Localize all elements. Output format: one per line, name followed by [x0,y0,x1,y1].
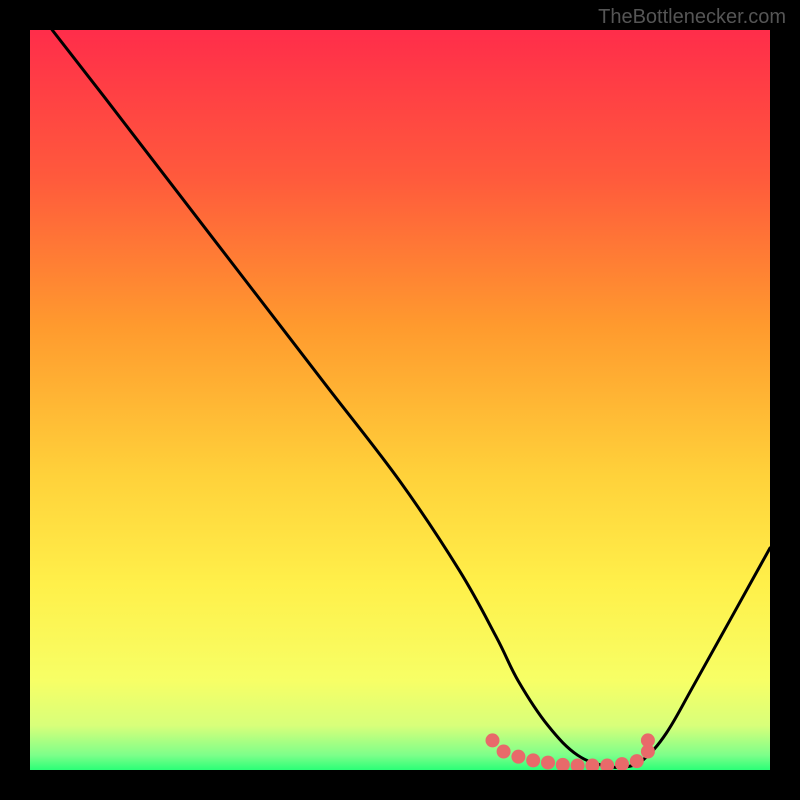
chart-svg [30,30,770,770]
watermark-text: TheBottlenecker.com [598,6,786,29]
highlight-dot [486,733,500,747]
highlight-dot [526,753,540,767]
chart-container: TheBottlenecker.com [0,0,800,800]
highlight-dot [497,745,511,759]
highlight-dot [630,754,644,768]
highlight-dot [541,756,555,770]
gradient-background [30,30,770,770]
highlight-dot [641,733,655,747]
highlight-dot [511,750,525,764]
plot-area [30,30,770,770]
